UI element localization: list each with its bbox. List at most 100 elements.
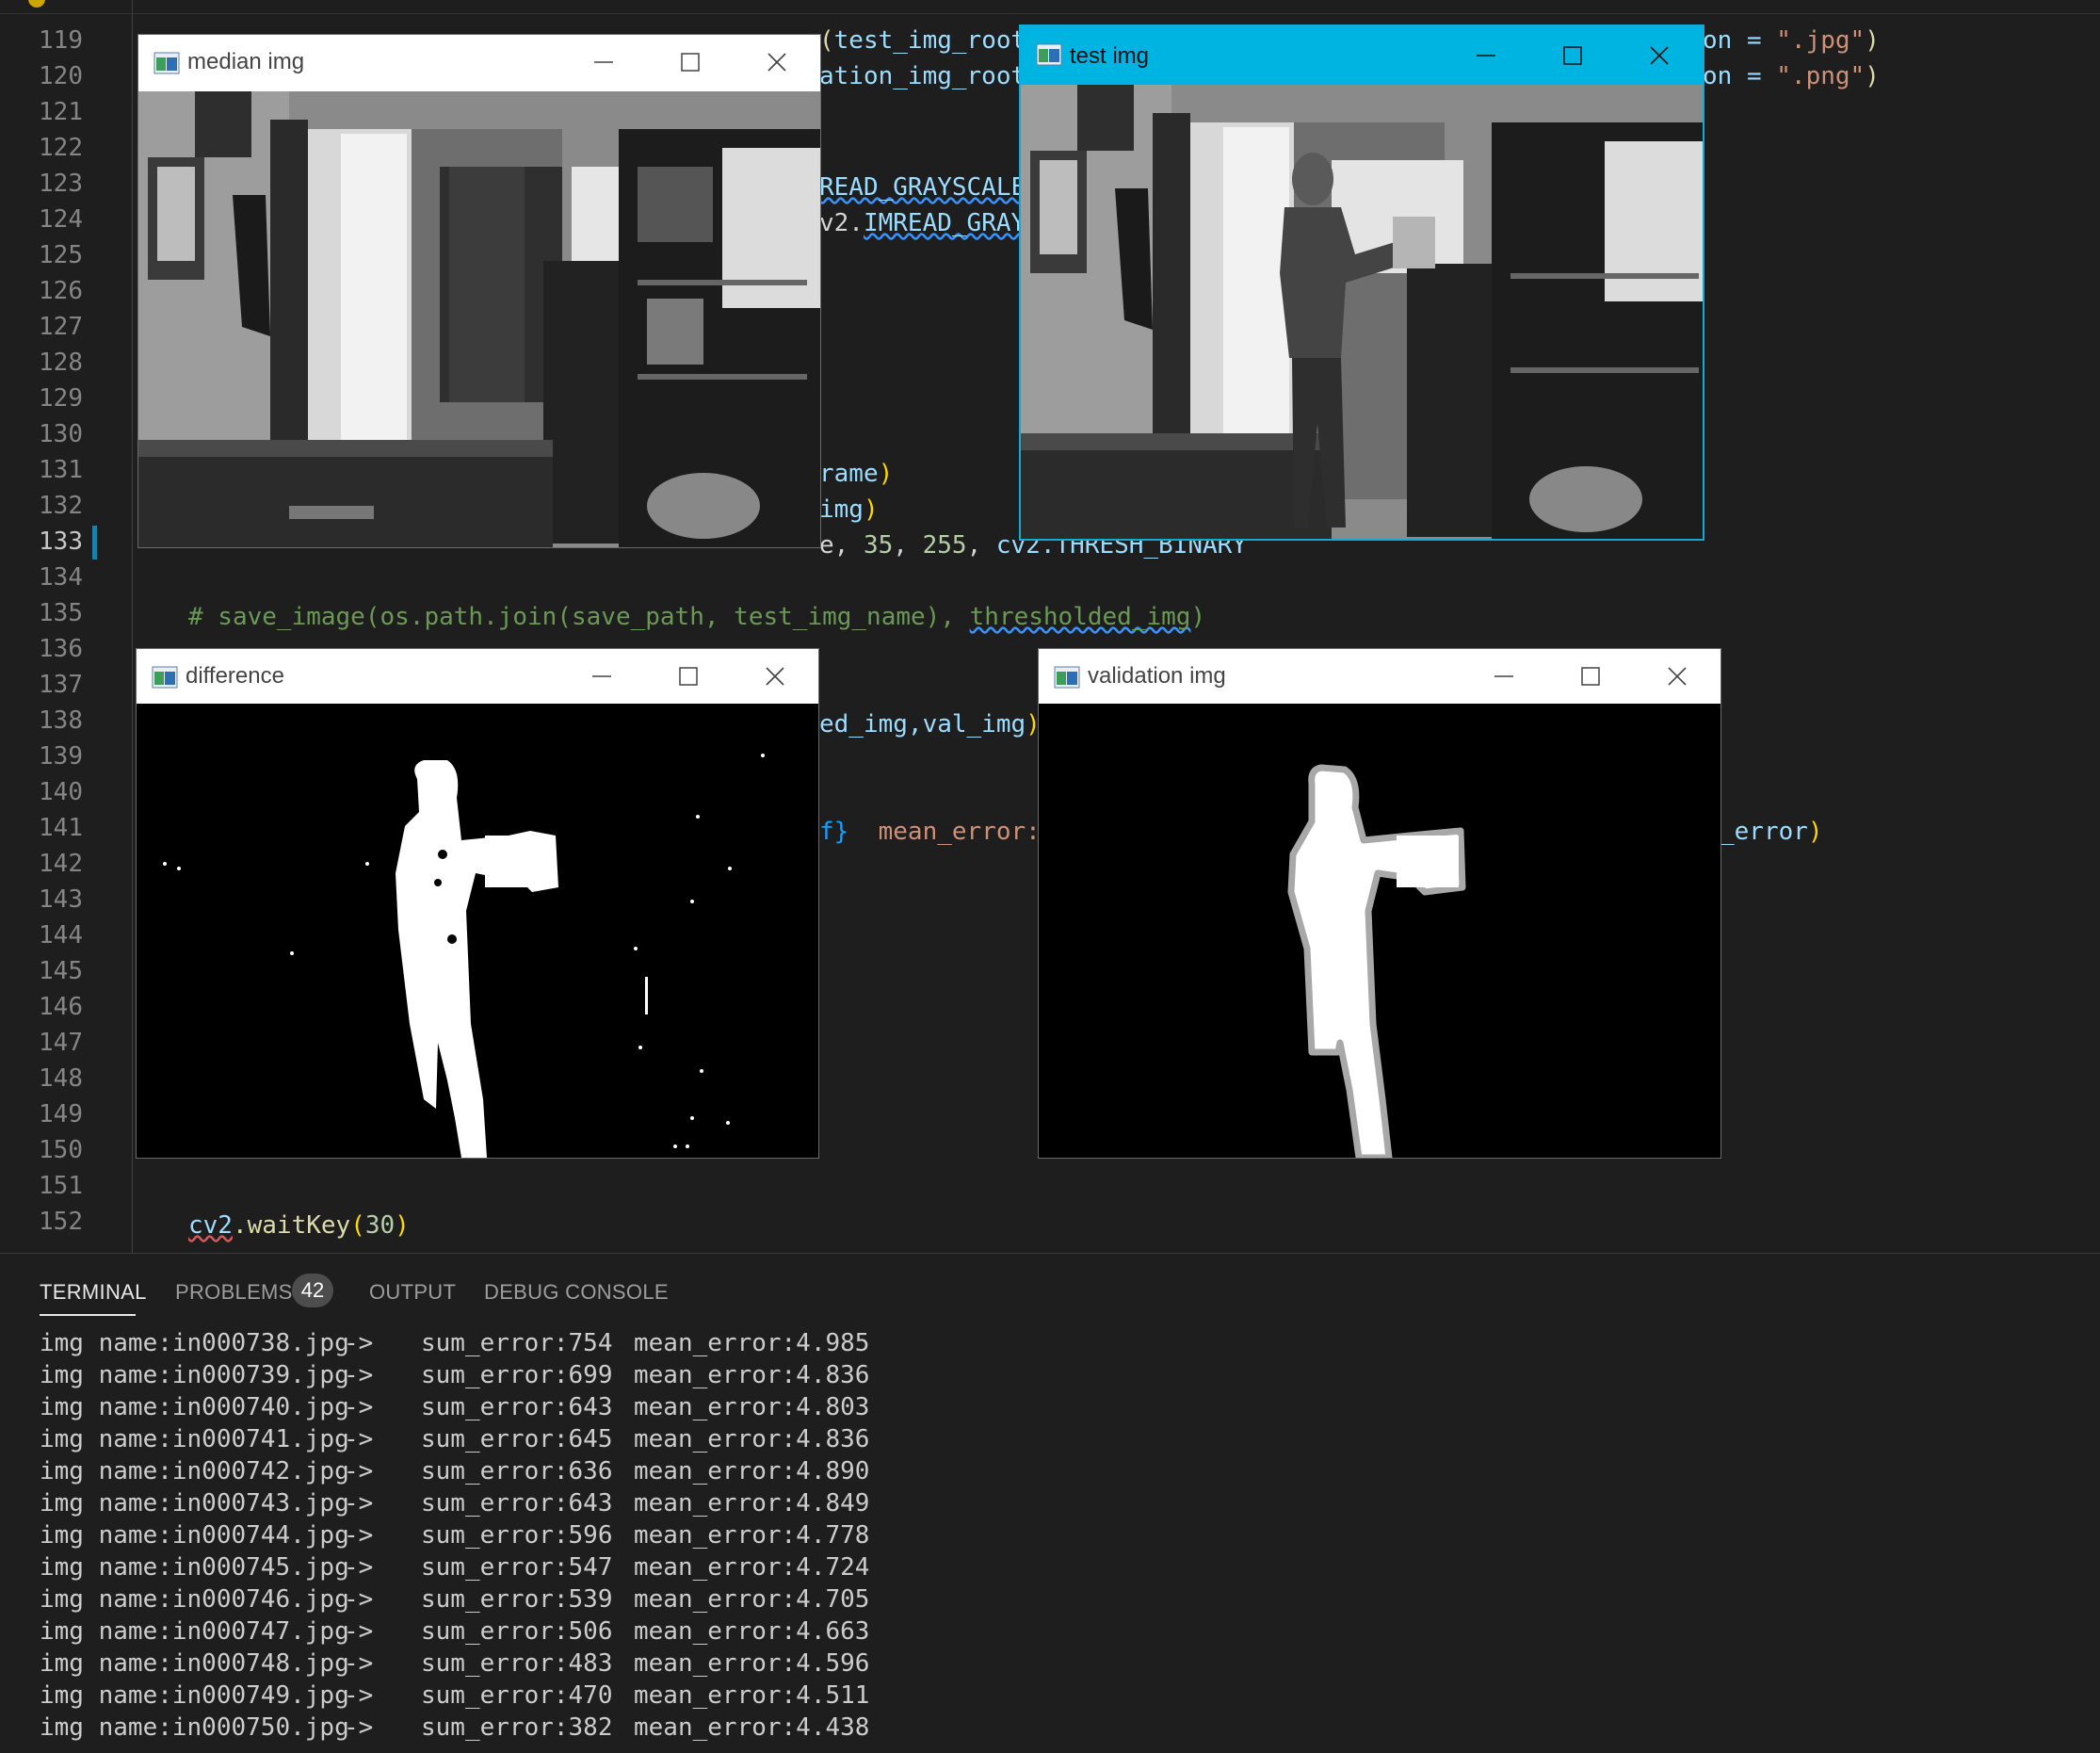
terminal-name: img name:in000749.jpg [40,1681,349,1710]
opencv-window-icon [153,52,180,74]
line-number: 132 [39,492,83,520]
terminal-output[interactable]: img name:in000738.jpg -> sum_error:754 mean… [40,1327,869,1744]
code-line-124: v2.IMREAD_GRAY [819,209,1026,237]
terminal-sum: sum_error:596 [421,1521,613,1550]
median-image [138,91,820,547]
minimize-button[interactable] [558,649,645,704]
terminal-arrow: -> [344,1713,374,1742]
terminal-arrow: -> [344,1425,374,1453]
line-number-gutter: 119 120 121 122 123 124 125 126 127 128 129 130 131 1… [0,0,132,1253]
maximize-button[interactable] [647,35,734,89]
terminal-sum: sum_error:382 [421,1713,613,1742]
line-number: 147 [39,1029,83,1057]
line-number: 121 [39,98,83,126]
window-title: validation img [1088,663,1226,689]
close-button[interactable] [1616,28,1703,83]
terminal-arrow: -> [344,1393,374,1421]
minimize-icon [592,675,611,677]
maximize-button[interactable] [1547,649,1634,704]
code-line-120a: ation_img_root [819,62,1026,90]
window-titlebar[interactable]: median img [138,35,820,89]
maximize-button[interactable] [1529,28,1616,83]
terminal-arrow: -> [344,1329,374,1357]
tab-debug-console[interactable]: DEBUG CONSOLE [484,1278,669,1307]
minimize-icon [594,61,613,63]
terminal-name: img name:in000750.jpg [40,1713,349,1742]
validation-image [1039,704,1720,1158]
terminal-mean: mean_error:4.705 [634,1585,870,1614]
validation-img-window[interactable]: validation img [1038,648,1721,1159]
test-img-window[interactable]: test img [1019,24,1704,541]
line-number: 129 [39,384,83,413]
close-icon [1668,667,1687,686]
line-number: 139 [39,742,83,771]
terminal-name: img name:in000738.jpg [40,1329,349,1357]
code-line-131: rame) [819,460,894,488]
line-number: 131 [39,456,83,484]
maximize-icon [1563,46,1582,65]
bottom-panel: TERMINAL PROBLEMS 42 OUTPUT DEBUG CONSOL… [0,1253,2100,1753]
terminal-name: img name:in000742.jpg [40,1457,349,1485]
difference-image [137,704,818,1158]
tab-problems[interactable]: PROBLEMS [175,1278,293,1307]
window-titlebar[interactable]: difference [137,649,818,704]
terminal-arrow: -> [344,1521,374,1550]
terminal-sum: sum_error:643 [421,1489,613,1518]
terminal-sum: sum_error:699 [421,1361,613,1389]
terminal-sum: sum_error:645 [421,1425,613,1453]
terminal-mean: mean_error:4.511 [634,1681,870,1710]
window-title: test img [1070,43,1150,69]
terminal-arrow: -> [344,1361,374,1389]
minimize-button[interactable] [560,35,647,89]
minimize-button[interactable] [1461,649,1547,704]
terminal-sum: sum_error:539 [421,1585,613,1614]
line-number: 135 [39,599,83,627]
line-number: 138 [39,706,83,735]
window-titlebar[interactable]: test img [1021,26,1703,85]
close-icon [766,667,784,686]
code-line-152: cv2.waitKey(30) [188,1211,410,1240]
tab-output[interactable]: OUTPUT [369,1278,456,1307]
scrolled-line-strip [0,0,2100,14]
terminal-mean: mean_error:4.890 [634,1457,870,1485]
line-number: 123 [39,170,83,198]
terminal-sum: sum_error:636 [421,1457,613,1485]
close-button[interactable] [734,35,820,89]
test-image [1021,85,1703,539]
code-line-135: # save_image(os.path.join(save_path, tes… [188,603,1206,631]
terminal-mean: mean_error:4.596 [634,1649,870,1678]
terminal-mean: mean_error:4.836 [634,1361,870,1389]
maximize-button[interactable] [645,649,732,704]
line-number: 146 [39,993,83,1021]
code-line-123: READ_GRAYSCALE [819,173,1026,202]
minimize-button[interactable] [1443,28,1529,83]
active-tab-underline [40,1314,136,1316]
opencv-window-icon [1054,666,1080,689]
line-number: 130 [39,420,83,448]
problems-count-badge: 42 [292,1274,333,1307]
terminal-sum: sum_error:643 [421,1393,613,1421]
terminal-sum: sum_error:506 [421,1617,613,1646]
terminal-name: img name:in000745.jpg [40,1553,349,1582]
window-titlebar[interactable]: validation img [1039,649,1720,704]
line-number: 140 [39,778,83,806]
difference-window[interactable]: difference [136,648,819,1159]
median-img-window[interactable]: median img [137,34,821,548]
terminal-mean: mean_error:4.803 [634,1393,870,1421]
code-line-119a: (test_img_root [819,26,1026,55]
close-button[interactable] [732,649,818,704]
terminal-sum: sum_error:470 [421,1681,613,1710]
terminal-name: img name:in000739.jpg [40,1361,349,1389]
terminal-line: img name:in000738.jpg -> sum_error:754 mean… [40,1327,869,1359]
terminal-line: img name:in000748.jpg -> sum_error:483 mean… [40,1647,869,1680]
terminal-sum: sum_error:547 [421,1553,613,1582]
tab-terminal[interactable]: TERMINAL [40,1278,147,1307]
code-line-138: ed_img,val_img) [819,710,1041,739]
line-number: 151 [39,1172,83,1200]
terminal-mean: mean_error:4.836 [634,1425,870,1453]
window-title: median img [187,49,305,74]
terminal-sum: sum_error:483 [421,1649,613,1678]
close-button[interactable] [1634,649,1720,704]
terminal-line: img name:in000747.jpg -> sum_error:506 mean… [40,1615,869,1647]
opencv-window-icon [152,666,178,689]
